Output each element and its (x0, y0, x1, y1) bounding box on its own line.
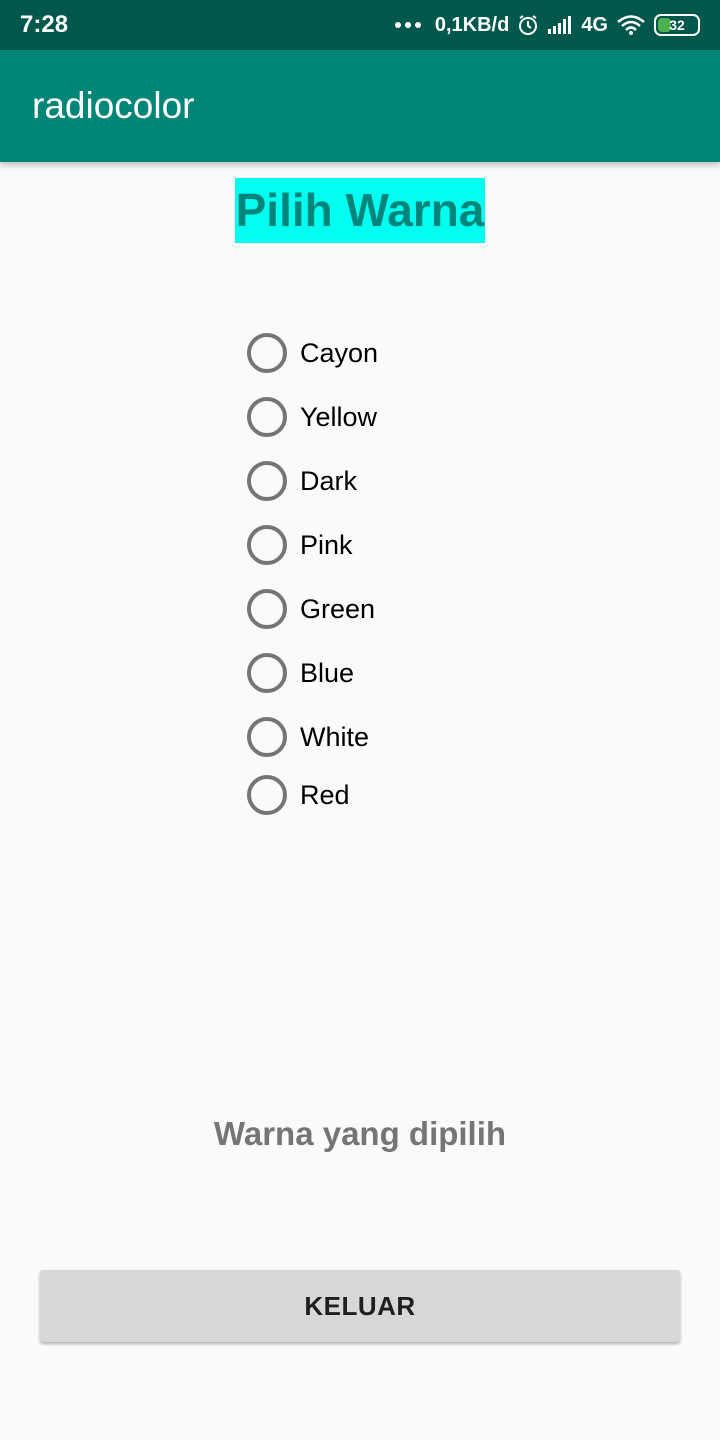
radio-option-label: Blue (300, 657, 355, 688)
radio-button-icon[interactable] (247, 333, 287, 373)
radio-option-white[interactable]: White (247, 714, 547, 760)
radio-button-icon[interactable] (247, 397, 287, 437)
heading-container: Pilih Warna (0, 178, 720, 243)
selected-color-text: Warna yang dipilih (213, 1115, 507, 1152)
page-heading: Pilih Warna (234, 178, 486, 243)
network-type: 4G (581, 13, 608, 36)
radio-button-icon[interactable] (247, 775, 287, 815)
radio-option-yellow[interactable]: Yellow (247, 394, 547, 440)
radio-option-blue[interactable]: Blue (247, 650, 547, 696)
radio-option-label: Pink (300, 529, 353, 560)
radio-option-label: White (300, 721, 370, 752)
radio-option-green[interactable]: Green (247, 586, 547, 632)
radio-button-icon[interactable] (247, 589, 287, 629)
radio-option-label: Red (300, 779, 350, 810)
alarm-icon (517, 14, 539, 36)
exit-button[interactable]: KELUAR (40, 1270, 680, 1342)
radio-button-icon[interactable] (247, 653, 287, 693)
more-dots-icon (394, 22, 421, 28)
radio-option-dark[interactable]: Dark (247, 458, 547, 504)
radio-option-pink[interactable]: Pink (247, 522, 547, 568)
app-bar: radiocolor (0, 50, 720, 162)
radio-button-icon[interactable] (247, 717, 287, 757)
radio-option-label: Yellow (300, 401, 378, 432)
status-icons: 0,1KB/d 4G 32 (394, 13, 700, 37)
color-radio-group: Cayon Yellow Dark Pink Green Blue White Red (247, 330, 547, 818)
status-bar: 7:28 0,1KB/d 4G 32 (0, 0, 720, 50)
radio-option-label: Cayon (300, 337, 379, 368)
radio-option-cayon[interactable]: Cayon (247, 330, 547, 376)
radio-button-icon[interactable] (247, 461, 287, 501)
radio-option-label: Dark (300, 465, 358, 496)
app-title: radiocolor (32, 85, 195, 126)
battery-icon: 32 (654, 14, 700, 36)
screen: 7:28 0,1KB/d 4G 32 radiocolor Pilih Warn… (0, 0, 720, 1440)
battery-level: 32 (669, 17, 685, 33)
signal-icon (547, 15, 573, 35)
wifi-icon (616, 14, 646, 36)
status-time: 7:28 (20, 11, 69, 38)
radio-button-icon[interactable] (247, 525, 287, 565)
network-speed: 0,1KB/d (434, 13, 510, 36)
radio-option-label: Green (300, 593, 376, 624)
radio-option-red[interactable]: Red (247, 772, 547, 818)
